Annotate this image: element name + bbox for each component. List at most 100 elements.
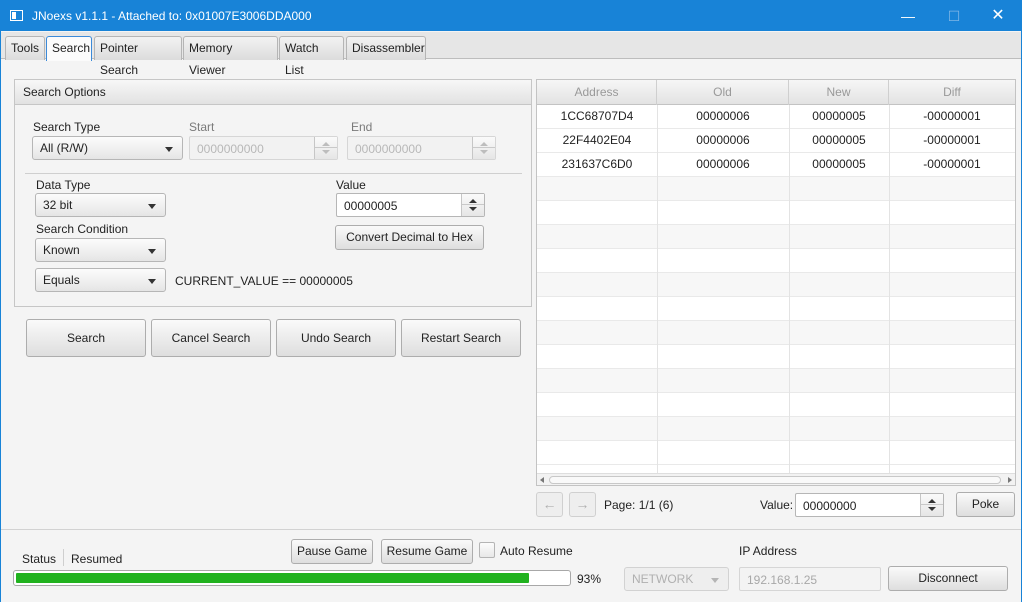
options-divider [25,173,522,174]
decrement-icon[interactable] [928,507,936,511]
results-table[interactable]: Address Old New Diff 1CC68707D4 00000006… [536,79,1016,486]
decrement-icon [322,150,330,154]
empty-row [537,297,1015,321]
cell-old: 00000006 [696,157,750,171]
empty-row [537,273,1015,297]
auto-resume-label: Auto Resume [500,544,573,558]
data-type-select[interactable]: 32 bit [35,193,166,217]
start-label: Start [189,120,215,134]
cell-diff: -00000001 [923,109,981,123]
status-area [1,529,1021,602]
search-condition-select[interactable]: Known [35,238,166,262]
cell-address: 231637C6D0 [561,157,633,171]
poke-value-field[interactable]: 00000000 [795,493,944,517]
compare-operator-select[interactable]: Equals [35,268,166,292]
empty-row [537,441,1015,465]
scroll-right-icon[interactable] [1008,477,1012,483]
chevron-down-icon [148,204,156,209]
progress-bar [13,570,571,586]
chevron-down-icon [165,147,173,152]
poke-value-label: Value: [760,498,794,512]
arrow-right-icon: → [575,496,590,512]
scroll-left-icon[interactable] [540,477,544,483]
tab-watch-list[interactable]: Watch List [279,36,344,77]
cell-new: 00000005 [812,157,866,171]
scrollbar-thumb[interactable] [549,476,1001,484]
maximize-button[interactable]: ☐ [931,1,977,31]
ip-address-field[interactable]: 192.168.1.25 [739,567,881,591]
search-options-header: Search Options [15,80,531,105]
column-divider [889,105,890,473]
auto-resume-checkbox[interactable] [479,542,495,558]
table-row[interactable]: 22F4402E04 00000006 00000005 -00000001 [537,129,1015,153]
empty-row [537,177,1015,201]
status-divider [63,549,64,566]
cell-new: 00000005 [812,133,866,147]
cancel-search-button[interactable]: Cancel Search [151,319,271,357]
empty-row [537,393,1015,417]
undo-search-button[interactable]: Undo Search [276,319,396,357]
end-address-field: 0000000000 [347,136,496,160]
cell-address: 1CC68707D4 [560,109,634,123]
progress-percent: 93% [577,572,602,586]
column-header-new[interactable]: New [789,80,889,105]
search-value-field[interactable]: 00000005 [336,193,485,217]
poke-button[interactable]: Poke [956,492,1015,517]
title-bar[interactable]: JNoexs v1.1.1 - Attached to: 0x01007E300… [1,1,1021,31]
status-label: Status [22,552,57,566]
search-type-select[interactable]: All (R/W) [32,136,183,160]
column-header-diff[interactable]: Diff [889,80,1015,105]
value-label: Value [336,178,366,192]
column-header-address[interactable]: Address [537,80,657,105]
search-button[interactable]: Search [26,319,146,357]
close-button[interactable]: ✕ [975,1,1021,31]
page-indicator: Page: 1/1 (6) [604,498,674,512]
pause-game-button[interactable]: Pause Game [291,539,373,564]
next-page-button[interactable]: → [569,492,596,517]
app-window: JNoexs v1.1.1 - Attached to: 0x01007E300… [0,0,1022,602]
end-address-value: 0000000000 [355,142,422,156]
restart-search-button[interactable]: Restart Search [401,319,521,357]
decrement-icon[interactable] [469,207,477,211]
tab-disassembler[interactable]: Disassembler [346,36,426,60]
app-icon [10,10,23,21]
disconnect-button[interactable]: Disconnect [888,566,1008,591]
ip-address-label: IP Address [739,544,797,558]
convert-decimal-to-hex-button[interactable]: Convert Decimal to Hex [335,225,484,250]
resume-game-button[interactable]: Resume Game [381,539,473,564]
tab-bar: Tools Search Pointer Search Memory Viewe… [1,32,1021,77]
increment-icon[interactable] [469,199,477,203]
tab-tools[interactable]: Tools [5,36,45,60]
empty-row [537,345,1015,369]
chevron-down-icon [711,578,719,583]
increment-icon [480,142,488,146]
horizontal-scrollbar[interactable] [537,473,1015,485]
cell-old: 00000006 [696,109,750,123]
connection-type-value: NETWORK [632,572,694,586]
end-label: End [351,120,373,134]
chevron-down-icon [148,279,156,284]
connection-type-select[interactable]: NETWORK [624,567,729,591]
table-row[interactable]: 1CC68707D4 00000006 00000005 -00000001 [537,105,1015,129]
table-row[interactable]: 231637C6D0 00000006 00000005 -00000001 [537,153,1015,177]
tab-search[interactable]: Search [46,36,92,61]
empty-row [537,225,1015,249]
empty-row [537,249,1015,273]
search-type-label: Search Type [33,120,101,134]
tab-pointer-search[interactable]: Pointer Search [94,36,182,77]
empty-row [537,201,1015,225]
increment-icon[interactable] [928,499,936,503]
cell-old: 00000006 [696,133,750,147]
column-divider [789,105,790,473]
increment-icon [322,142,330,146]
arrow-left-icon: ← [542,496,557,512]
empty-row [537,417,1015,441]
start-address-field: 0000000000 [189,136,338,160]
column-header-old[interactable]: Old [657,80,789,105]
compare-operator-value: Equals [43,273,80,287]
cell-new: 00000005 [812,109,866,123]
minimize-button[interactable]: — [885,1,931,31]
tab-memory-viewer[interactable]: Memory Viewer [183,36,278,77]
ip-address-value: 192.168.1.25 [747,573,818,587]
prev-page-button[interactable]: ← [536,492,563,517]
